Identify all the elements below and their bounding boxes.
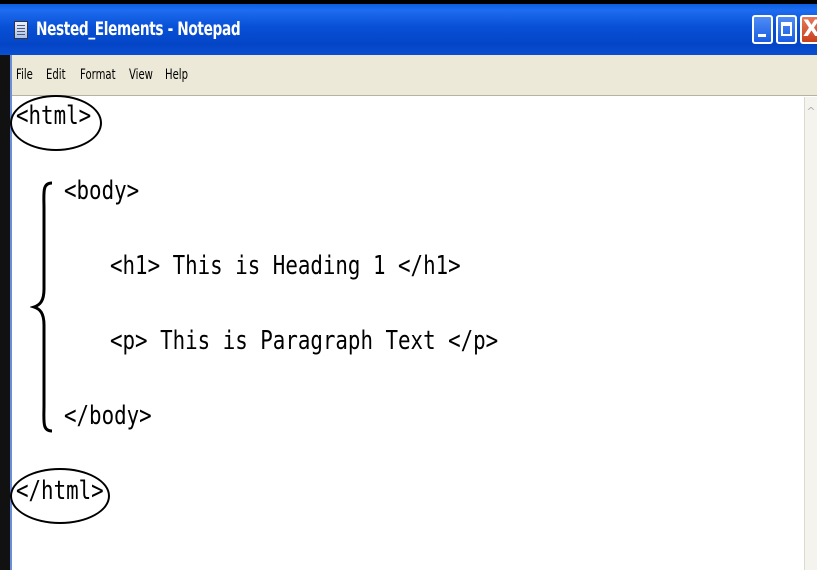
notepad-icon[interactable] <box>14 21 28 39</box>
close-icon: X <box>803 17 817 42</box>
menu-file[interactable]: File <box>16 67 33 83</box>
maximize-button[interactable] <box>776 15 797 44</box>
window-title: Nested_Elements - Notepad <box>36 18 241 40</box>
scroll-up-arrow-icon[interactable]: ^ <box>805 105 817 119</box>
maximize-icon <box>781 22 792 36</box>
menu-bar: File Edit Format View Help <box>0 55 817 96</box>
text-editor-area[interactable]: <html> <body> <h1> This is Heading 1 </h… <box>10 95 804 570</box>
minimize-button[interactable] <box>752 15 773 44</box>
menu-help[interactable]: Help <box>165 67 188 83</box>
curly-brace-annotation <box>30 181 53 433</box>
minimize-icon <box>758 34 766 37</box>
html-close-circle-annotation <box>10 468 110 524</box>
code-line-p: <p> This is Paragraph Text </p> <box>110 326 499 356</box>
vertical-scrollbar[interactable]: ^ <box>804 97 817 570</box>
menu-edit[interactable]: Edit <box>46 67 66 83</box>
menu-view[interactable]: View <box>129 67 153 83</box>
close-button[interactable]: X <box>800 15 817 44</box>
html-open-circle-annotation <box>10 95 102 151</box>
title-bar[interactable]: Nested_Elements - Notepad X <box>0 0 817 55</box>
code-line-body-close: </body> <box>64 401 152 431</box>
code-line-body-open: <body> <box>64 176 140 206</box>
notepad-window: Nested_Elements - Notepad X File Edit Fo… <box>0 0 817 570</box>
window-left-border <box>0 55 12 570</box>
menu-format[interactable]: Format <box>80 67 116 83</box>
code-line-h1: <h1> This is Heading 1 </h1> <box>110 251 461 281</box>
